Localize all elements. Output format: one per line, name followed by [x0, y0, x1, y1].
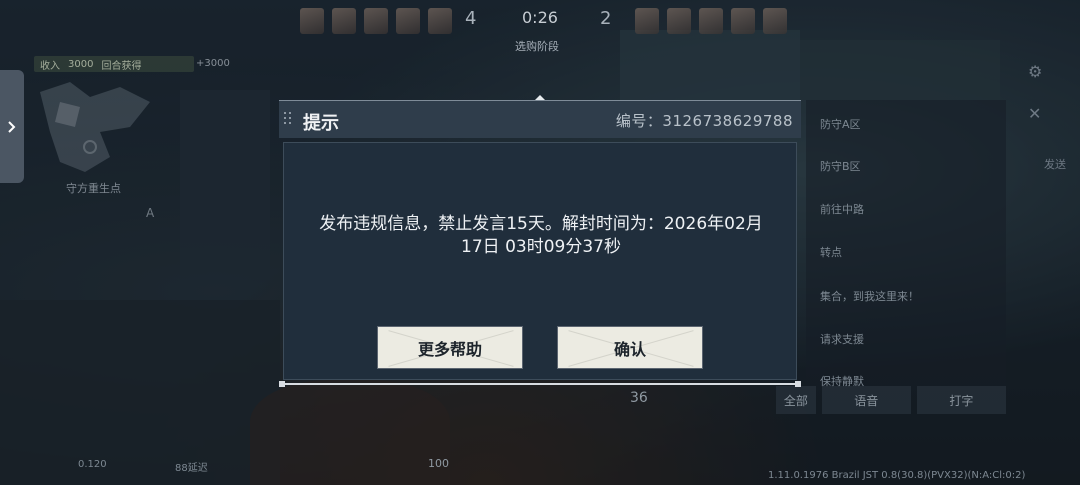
quick-chat-item[interactable]: 防守A区	[820, 116, 861, 132]
ban-message-line-2: 17日 03时09分37秒	[461, 237, 621, 257]
send-label[interactable]: 发送	[1044, 156, 1066, 172]
ally-avatar	[428, 8, 452, 34]
minimap-spawn-label: 守方重生点	[66, 182, 121, 195]
voice-button[interactable]: 语音	[821, 386, 911, 414]
round-timer: 0:26	[522, 8, 558, 27]
enemy-avatar	[763, 8, 787, 34]
dialog-header: 提示 编号：3126738629788	[279, 100, 801, 138]
ally-avatar	[364, 8, 388, 34]
side-panel-toggle[interactable]	[0, 70, 24, 183]
health-value: 100	[428, 457, 449, 470]
build-info: 1.11.0.1976 Brazil JST 0.8(30.8)(PVX32)(…	[768, 470, 1026, 481]
more-help-label: 更多帮助	[417, 339, 482, 359]
more-help-button[interactable]: 更多帮助	[377, 326, 523, 369]
ban-message: 发布违规信息，禁止发言15天。解封时间为：2026年02月 17日 03时09分…	[294, 213, 788, 259]
quick-chat-item[interactable]: 转点	[820, 244, 842, 260]
confirm-label: 确认	[613, 339, 646, 359]
gear-icon[interactable]: ⚙	[1028, 62, 1042, 81]
money-extra-label: 回合获得	[101, 60, 142, 72]
enemy-avatar	[667, 8, 691, 34]
minimap-site-label: A	[146, 206, 155, 220]
dialog-bottom-border	[279, 381, 801, 387]
dialog-body: 发布违规信息，禁止发言15天。解封时间为：2026年02月 17日 03时09分…	[283, 142, 797, 380]
ban-message-line-1: 发布违规信息，禁止发言15天。解封时间为：2026年02月	[319, 214, 763, 234]
type-button[interactable]: 打字	[916, 386, 1007, 414]
dialog-title: 提示	[303, 113, 339, 134]
money-bar: 收入 3000 回合获得	[34, 56, 194, 72]
enemy-avatar	[635, 8, 659, 34]
money-value: 3000	[68, 58, 94, 70]
chevron-right-icon	[8, 120, 16, 133]
round-phase: 选购阶段	[515, 40, 559, 53]
latency-stat: 88延迟	[175, 463, 208, 474]
chat-all-tab[interactable]: 全部	[776, 386, 816, 414]
money-extra-value: +3000	[196, 58, 230, 69]
team-left-score: 4	[465, 8, 477, 29]
confirm-button[interactable]: 确认	[557, 326, 703, 369]
enemy-avatar	[731, 8, 755, 34]
ammo-count: 36	[630, 390, 648, 406]
right-hud-icons: ⚙ ✕ 发送	[1020, 60, 1080, 380]
close-icon[interactable]: ✕	[1028, 104, 1041, 123]
ally-avatar	[396, 8, 420, 34]
ticket-number: 编号：3126738629788	[615, 112, 793, 130]
ally-avatar	[332, 8, 356, 34]
money-label: 收入	[40, 60, 60, 72]
enemy-avatar	[699, 8, 723, 34]
quick-chat-item[interactable]: 请求支援	[820, 331, 864, 347]
network-stat: 0.120	[78, 459, 107, 470]
drag-handle-icon	[284, 112, 294, 128]
quick-chat-item[interactable]: 前往中路	[820, 201, 864, 217]
ban-notice-dialog: 提示 编号：3126738629788 发布违规信息，禁止发言15天。解封时间为…	[279, 95, 801, 387]
quick-chat-panel: 防守A区 防守B区 前往中路 转点 集合，到我这里来！ 请求支援 保持静默	[806, 100, 1006, 390]
quick-chat-item[interactable]: 集合，到我这里来！	[820, 288, 919, 304]
ally-avatar	[300, 8, 324, 34]
quick-chat-item[interactable]: 防守B区	[820, 158, 861, 174]
quick-chat-footer: 全部 语音 打字	[776, 386, 1007, 414]
team-right-score: 2	[600, 8, 612, 29]
